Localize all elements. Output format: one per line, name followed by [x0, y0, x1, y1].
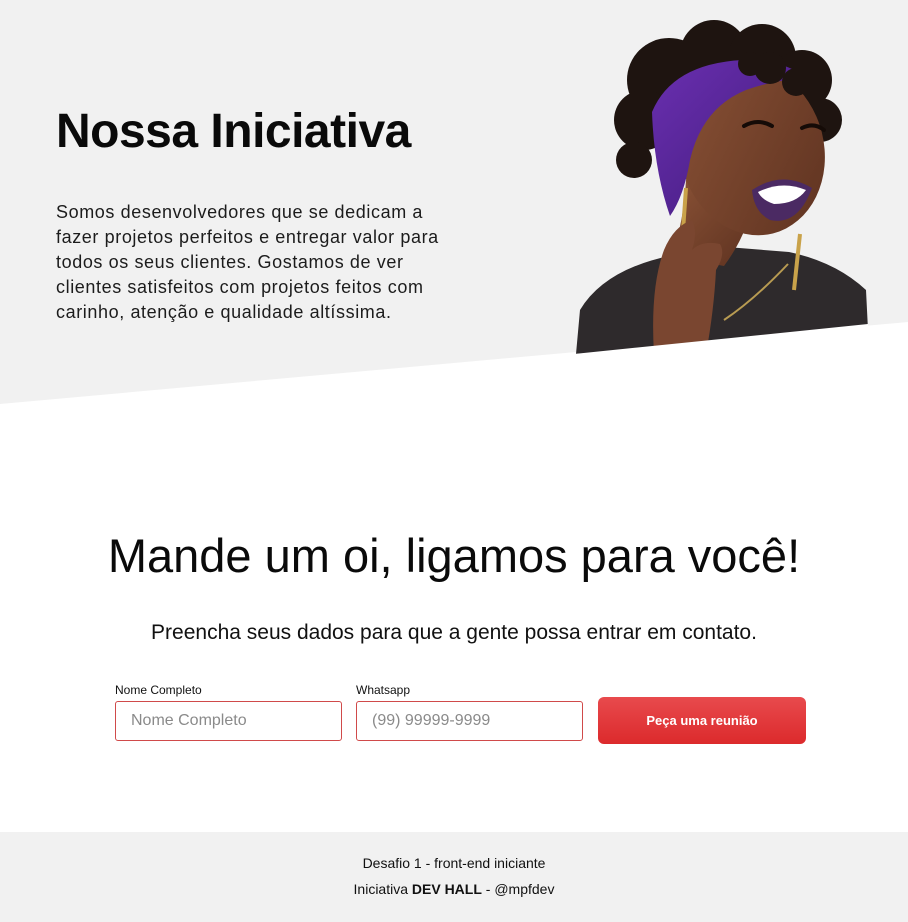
- contact-title: Mande um oi, ligamos para você!: [107, 529, 801, 582]
- footer-credit-prefix: Iniciativa: [353, 881, 412, 897]
- name-field-group: Nome Completo: [115, 684, 342, 741]
- request-meeting-button[interactable]: Peça uma reunião: [598, 697, 806, 744]
- contact-subtitle: Preencha seus dados para que a gente pos…: [151, 621, 757, 644]
- landing-page: Nossa Iniciativa Somos desenvolvedores q…: [0, 0, 908, 922]
- footer-credit: Iniciativa DEV HALL - @mpfdev: [0, 881, 908, 897]
- hero-photo: [574, 20, 868, 354]
- footer-credit-suffix: - @mpfdev: [481, 881, 555, 897]
- hero-description: Somos desenvolvedores que se dedicam a f…: [56, 202, 439, 322]
- footer: Desafio 1 - front-end iniciante Iniciati…: [0, 832, 908, 922]
- whatsapp-field-group: Whatsapp: [356, 684, 583, 741]
- hero-title: Nossa Iniciativa: [56, 105, 411, 158]
- name-field-label: Nome Completo: [115, 683, 202, 697]
- whatsapp-input[interactable]: [356, 701, 583, 741]
- name-input[interactable]: [115, 701, 342, 741]
- footer-brand: DEV HALL: [411, 881, 482, 897]
- whatsapp-field-label: Whatsapp: [356, 683, 411, 697]
- footer-challenge-text: Desafio 1 - front-end iniciante: [362, 855, 546, 871]
